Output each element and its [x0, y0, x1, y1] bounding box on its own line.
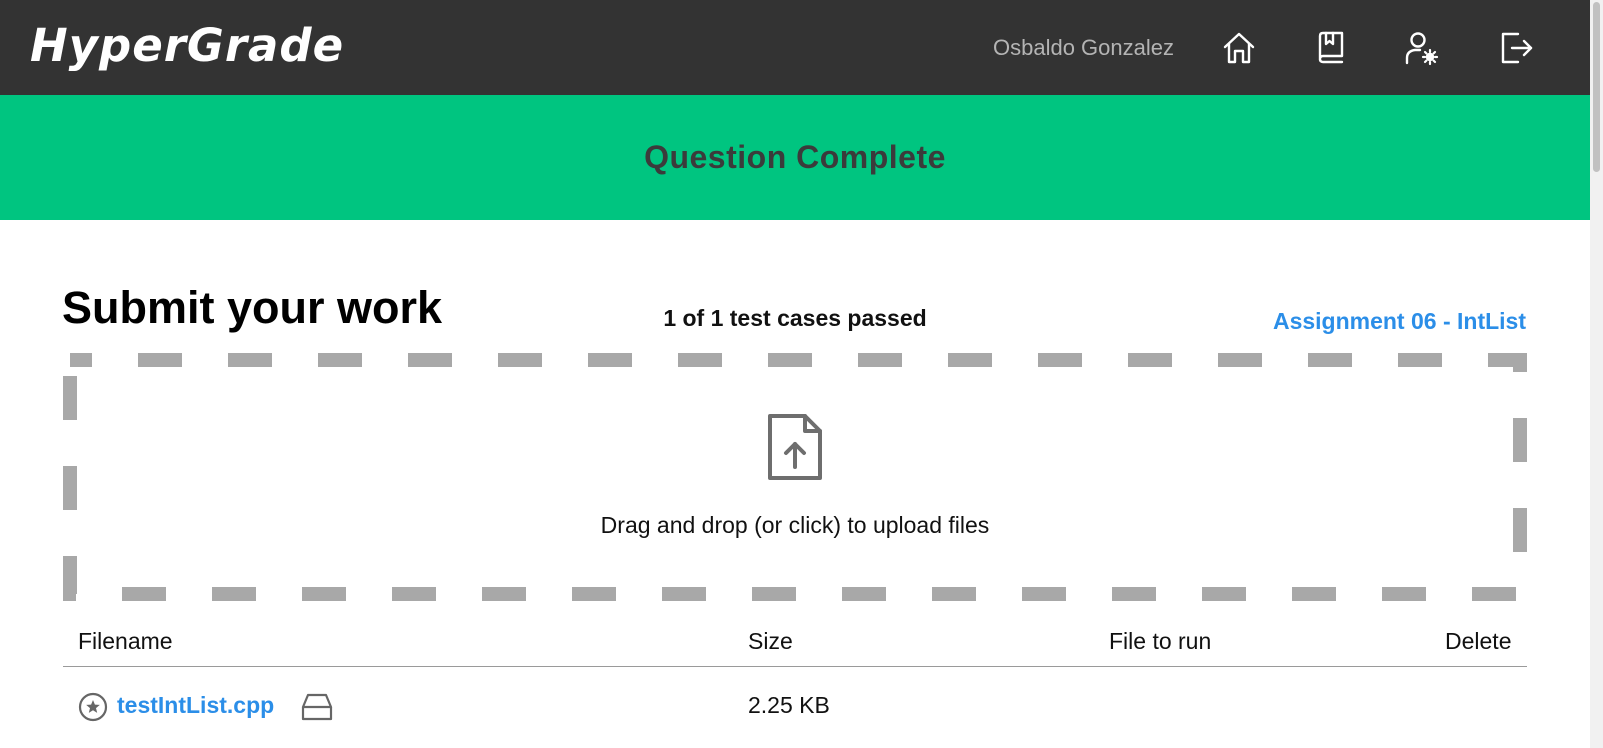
file-size: 2.25 KB: [748, 692, 830, 718]
status-banner: Question Complete: [0, 95, 1590, 220]
dropzone-text: Drag and drop (or click) to upload files: [600, 512, 990, 538]
assignment-link[interactable]: Assignment 06 - IntList: [1273, 306, 1526, 336]
column-header-delete: Delete: [1445, 628, 1512, 654]
star-circle-icon[interactable]: [78, 692, 108, 722]
upload-dropzone[interactable]: Drag and drop (or click) to upload files: [63, 353, 1527, 601]
book-icon[interactable]: [1311, 28, 1351, 68]
user-settings-icon[interactable]: [1402, 28, 1442, 68]
drive-icon[interactable]: [300, 692, 334, 722]
app-window: HyperGrade Osbaldo Gonzalez Question Com…: [0, 0, 1590, 748]
column-header-filename: Filename: [78, 628, 173, 654]
column-header-file-to-run: File to run: [1109, 628, 1212, 654]
scrollbar-thumb[interactable]: [1593, 2, 1600, 172]
app-logo[interactable]: HyperGrade: [30, 14, 344, 78]
logout-icon[interactable]: [1496, 28, 1536, 68]
file-name-link[interactable]: testIntList.cpp: [117, 690, 274, 720]
file-upload-icon: [768, 414, 822, 480]
top-nav-bar: HyperGrade Osbaldo Gonzalez: [0, 0, 1590, 95]
home-icon[interactable]: [1219, 28, 1259, 68]
banner-text: Question Complete: [644, 139, 946, 175]
user-name: Osbaldo Gonzalez: [993, 35, 1174, 60]
page-scrollbar[interactable]: [1590, 0, 1603, 748]
column-header-size: Size: [748, 628, 793, 654]
table-divider: [63, 666, 1527, 667]
